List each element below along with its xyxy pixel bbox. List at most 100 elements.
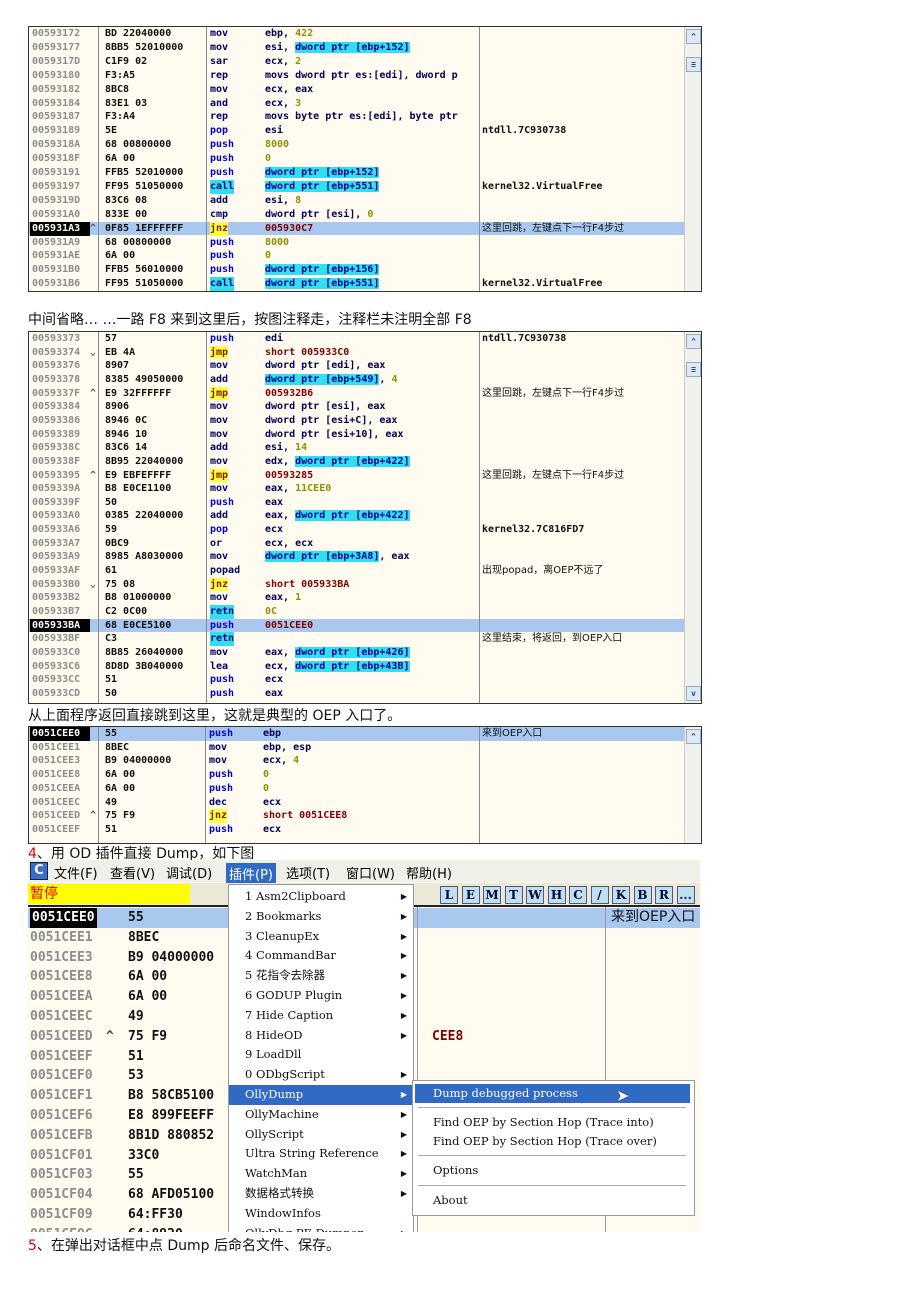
toolbar-button-7[interactable]: / [590, 886, 609, 904]
code-row[interactable]: 0051CEE1 8BEC mov ebp, esp [29, 741, 684, 755]
menu-item[interactable]: WatchMan ▶ [229, 1164, 413, 1184]
menu-item[interactable]: 数据格式转换 ▶ [229, 1184, 413, 1204]
code-row[interactable]: 005933A6 59 pop ecx kernel32.7C816FD7 [29, 523, 684, 537]
code-row[interactable]: 0051CEEC 49 dec ecx [29, 796, 684, 810]
menu-item[interactable]: About [415, 1191, 690, 1210]
menu-item[interactable]: Dump debugged process [415, 1084, 690, 1103]
code-row[interactable]: 0059318F 6A 00 push 0 [29, 152, 684, 166]
toolbar-button-5[interactable]: H [547, 886, 566, 904]
scroll-thumb[interactable]: ≡ [686, 57, 701, 72]
scroll-thumb[interactable]: ≡ [686, 362, 701, 377]
menu-3[interactable]: 插件(P) [226, 863, 276, 884]
code-row[interactable]: 00593191 FFB5 52010000 push dword ptr [ebp+… [29, 166, 684, 180]
menu-item[interactable]: Find OEP by Section Hop (Trace over) [415, 1132, 690, 1151]
code-row[interactable]: 00593184 83E1 03 and ecx, 3 [29, 97, 684, 111]
toolbar-button-6[interactable]: C [569, 886, 587, 904]
code-row[interactable]: 005933A9 8985 A8030000 mov dword ptr [ebp+3… [29, 550, 684, 564]
code-row[interactable]: 0059339A B8 E0CE1100 mov eax, 11CEE0 [29, 482, 684, 496]
code-row[interactable]: 005933AF 61 popad 出现popad，离OEP不远了 [29, 564, 684, 578]
menu-item[interactable]: Find OEP by Section Hop (Trace into) [415, 1113, 690, 1132]
code-row[interactable]: 005933BF C3 retn 这里结束，将返回，到OEP入口 [29, 632, 684, 646]
code-row[interactable]: 005933B2 B8 01000000 mov eax, 1 [29, 591, 684, 605]
code-row[interactable]: 00593373 57 push edi ntdll.7C930738 [29, 332, 684, 346]
code-row[interactable]: 00593177 8BB5 52010000 mov esi, dword ptr [… [29, 41, 684, 55]
code-row[interactable]: 005933C0 8B85 26040000 mov eax, dword ptr [… [29, 646, 684, 660]
menu-item[interactable]: OllyDump ▶ [229, 1085, 413, 1105]
code-row[interactable]: 005933C6 8D8D 3B040000 lea ecx, dword ptr [… [29, 660, 684, 674]
menu-4[interactable]: 选项(T) [286, 863, 330, 882]
code-row[interactable]: 0051CEEA 6A 00 push 0 [29, 782, 684, 796]
scroll-down-icon[interactable]: v [686, 686, 701, 701]
code-row[interactable]: 005931A9 68 00800000 push 8000 [29, 236, 684, 250]
scrollbar[interactable]: ^ ≡ v [684, 332, 701, 703]
code-row[interactable]: 0059339F 50 push eax [29, 496, 684, 510]
code-row[interactable]: 005933A0 0385 22040000 add eax, dword ptr [… [29, 509, 684, 523]
code-row[interactable]: 0051CEE8 6A 00 push 0 [29, 768, 684, 782]
code-row[interactable]: 005933BA 68 E0CE5100 push 0051CEE0 [29, 618, 684, 633]
toolbar-button-1[interactable]: E [461, 886, 480, 904]
code-row[interactable]: 00593395 ^ E9 EBFEFFFF jmp 00593285 这里回跳，左键点下… [29, 468, 684, 483]
code-row[interactable]: 0059338C 83C6 14 add esi, 14 [29, 441, 684, 455]
code-row[interactable]: 0051CEED ^ 75 F9 jnz short 0051CEE8 [29, 809, 684, 823]
toolbar-button-3[interactable]: T [504, 886, 523, 904]
menu-item[interactable]: 2 Bookmarks ▶ [229, 907, 413, 927]
toolbar-button-8[interactable]: K [612, 886, 630, 904]
toolbar-button-2[interactable]: M [483, 886, 501, 904]
scroll-up-icon[interactable]: ^ [686, 729, 701, 744]
scroll-up-icon[interactable]: ^ [686, 29, 701, 44]
code-row[interactable]: 005931AE 6A 00 push 0 [29, 249, 684, 263]
code-row[interactable]: 005931A0 833E 00 cmp dword ptr [esi], 0 [29, 208, 684, 222]
code-row[interactable]: 0059317D C1F9 02 sar ecx, 2 [29, 55, 684, 69]
code-row[interactable]: 005933B7 C2 0C00 retn 0C [29, 605, 684, 619]
code-row[interactable]: 005931B6 FF95 51050000 call dword ptr [ebp+… [29, 277, 684, 291]
menu-item[interactable]: Options [415, 1161, 690, 1180]
menu-item[interactable]: 3 CleanupEx ▶ [229, 927, 413, 947]
code-row[interactable]: 00593389 8946 10 mov dword ptr [esi+10], ea… [29, 428, 684, 442]
menu-item[interactable]: 6 GODUP Plugin ▶ [229, 986, 413, 1006]
menu-item[interactable]: OllyScript ▶ [229, 1125, 413, 1145]
code-row[interactable]: 00593376 8907 mov dword ptr [edi], eax [29, 359, 684, 373]
toolbar-button-0[interactable]: L [440, 886, 458, 904]
code-row[interactable]: 005933CD 50 push eax [29, 687, 684, 701]
menu-2[interactable]: 调试(D) [166, 863, 212, 882]
code-row[interactable]: 005933B0 ⌄ 75 08 jnz short 005933BA [29, 577, 684, 592]
code-row[interactable]: 00593378 8385 49050000 add dword ptr [ebp+5… [29, 373, 684, 387]
toolbar-button-10[interactable]: R [655, 886, 673, 904]
scroll-up-icon[interactable]: ^ [686, 334, 701, 349]
menu-item[interactable]: 9 LoadDll [229, 1045, 413, 1065]
menu-item[interactable]: OllyMachine ▶ [229, 1105, 413, 1125]
code-row[interactable]: 0059318A 68 00800000 push 8000 [29, 138, 684, 152]
code-row[interactable]: 00593197 FF95 51050000 call dword ptr [ebp+… [29, 179, 684, 194]
code-row[interactable]: 0051CEE3 B9 04000000 mov ecx, 4 [29, 754, 684, 768]
code-row[interactable]: 00593189 5E pop esi ntdll.7C930738 [29, 124, 684, 138]
toolbar-button-4[interactable]: W [526, 886, 544, 904]
toolbar-button-9[interactable]: B [633, 886, 652, 904]
code-row[interactable]: 005933A7 0BC9 or ecx, ecx [29, 537, 684, 551]
code-row[interactable]: 005933CC 51 push ecx [29, 673, 684, 687]
scrollbar[interactable]: ^ ≡ [684, 27, 701, 291]
code-row[interactable]: 0051CEEF 51 push ecx [29, 823, 684, 837]
menu-1[interactable]: 查看(V) [110, 863, 155, 882]
code-row[interactable]: 00593180 F3:A5 rep movs dword ptr es:[edi],… [29, 69, 684, 83]
code-row[interactable]: 0059338F 8B95 22040000 mov edx, dword ptr [… [29, 455, 684, 469]
menu-item[interactable]: WindowInfos [229, 1204, 413, 1224]
code-row[interactable]: 0051CEE0 55 push ebp 来到OEP入口 [29, 727, 684, 741]
menu-item[interactable]: 7 Hide Caption ▶ [229, 1006, 413, 1026]
code-row[interactable]: 00593374 ⌄ EB 4A jmp short 005933C0 [29, 345, 684, 360]
code-row[interactable]: 00593172 BD 22040000 mov ebp, 422 [29, 27, 684, 41]
menu-item[interactable]: Ultra String Reference ▶ [229, 1144, 413, 1164]
scrollbar[interactable]: ^ [684, 727, 701, 843]
code-row[interactable]: 00593384 8906 mov dword ptr [esi], eax [29, 400, 684, 414]
menu-item[interactable]: 5 花指令去除器 ▶ [229, 966, 413, 986]
menu-6[interactable]: 帮助(H) [406, 863, 452, 882]
menu-item[interactable]: 4 CommandBar ▶ [229, 946, 413, 966]
menu-item[interactable]: OllyDbg PE Dumper ▶ [229, 1224, 413, 1232]
code-row[interactable]: 00593386 8946 0C mov dword ptr [esi+C], eax [29, 414, 684, 428]
menu-item[interactable]: 0 ODbgScript ▶ [229, 1065, 413, 1085]
code-row[interactable]: 0059337F ^ E9 32FFFFFF jmp 005932B6 这里回跳，左键点下… [29, 386, 684, 401]
menu-5[interactable]: 窗口(W) [346, 863, 395, 882]
code-row[interactable]: 00593182 8BC8 mov ecx, eax [29, 83, 684, 97]
code-row[interactable]: 00593187 F3:A4 rep movs byte ptr es:[edi], … [29, 110, 684, 124]
code-row[interactable]: 005931B0 FFB5 56010000 push dword ptr [ebp+… [29, 263, 684, 277]
menu-0[interactable]: 文件(F) [54, 863, 98, 882]
